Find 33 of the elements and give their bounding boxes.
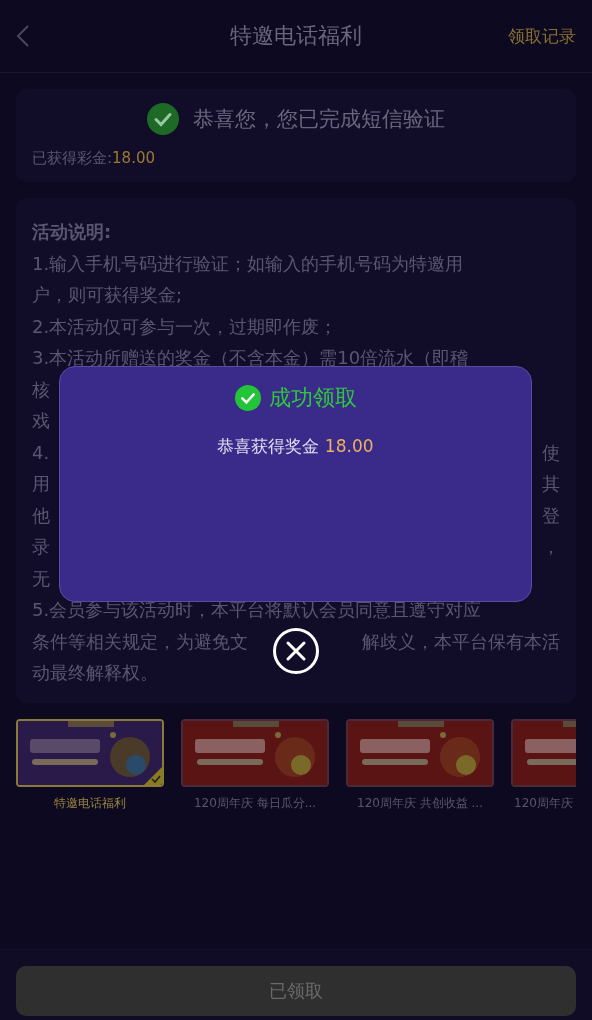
selected-check-icon <box>144 766 162 785</box>
rules-text: 条件等相关规定，为避免文 <box>32 629 248 654</box>
rules-heading: 活动说明: <box>32 220 113 244</box>
rules-text: 他 <box>32 503 50 528</box>
rules-text: 核 <box>32 377 50 402</box>
dialog-title: 成功领取 <box>268 384 357 412</box>
rules-text: 使 <box>542 440 560 465</box>
page-title: 特邀电话福利 <box>230 22 362 50</box>
rules-text: 用 <box>32 472 50 496</box>
claim-records-link[interactable]: 领取记录 <box>508 24 576 48</box>
activity-label: 120周年庆 共创收益 ... <box>356 794 484 812</box>
rules-text: 1.输入手机号码进行验证；如输入的手机号码为特邀用 <box>32 251 464 276</box>
rules-text: 户，则可获得奖金; <box>32 283 183 307</box>
rules-text: 4. <box>32 440 50 465</box>
close-icon <box>285 640 307 662</box>
close-button[interactable] <box>273 628 319 674</box>
rules-text: 动最终解释权。 <box>32 661 158 685</box>
activity-label: 特邀电话福利 <box>53 794 127 812</box>
dialog-message: 恭喜获得奖金 18.00 <box>217 435 374 458</box>
rules-text: ， <box>542 535 560 559</box>
success-check-icon <box>147 103 179 135</box>
rules-text: 录 <box>32 535 50 559</box>
rules-text: 戏 <box>32 409 50 433</box>
bonus-text: 已获得彩金:18.00 <box>32 149 156 168</box>
verification-message: 恭喜您，您已完成短信验证 <box>193 106 445 133</box>
rules-text: 无 <box>32 566 50 591</box>
rules-text: 登 <box>542 503 560 528</box>
rules-text: 解歧义，本平台保有本活 <box>362 629 560 654</box>
rules-text: 5.会员参与该活动时，本平台将默认会员同意且遵守对应 <box>32 598 482 622</box>
activity-label: 120周年庆 每日瓜分... <box>192 794 318 812</box>
success-check-icon <box>234 385 261 411</box>
activity-label: 120周年庆 <box>513 794 574 812</box>
rules-text: 其 <box>542 472 560 496</box>
